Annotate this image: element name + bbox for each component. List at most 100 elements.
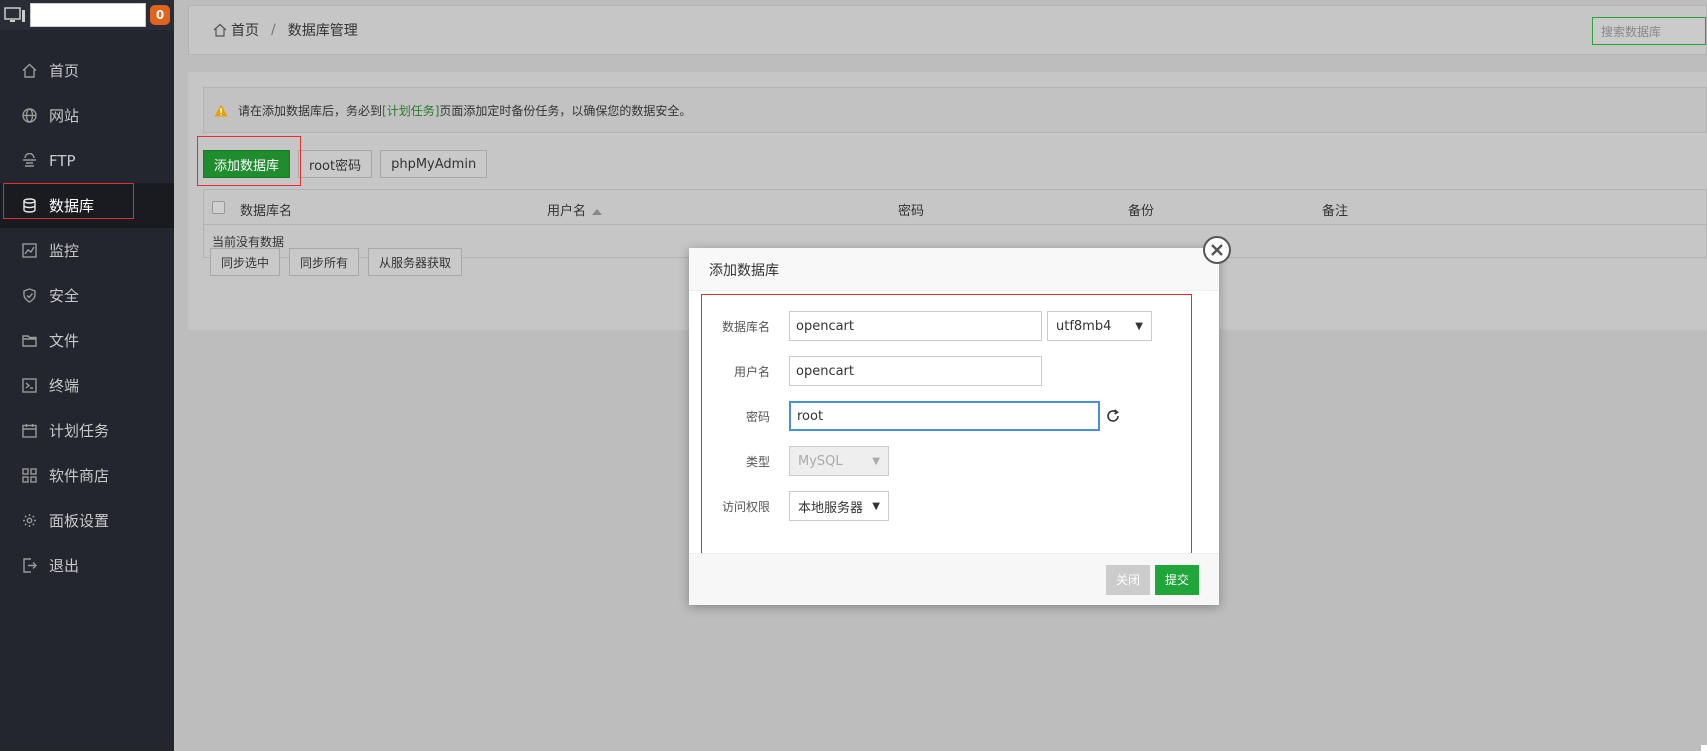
sidebar-item-label: 首页 [49, 62, 80, 80]
sync-all-button[interactable]: 同步所有 [289, 248, 360, 276]
type-row: 类型 MySQL ▼ [689, 446, 889, 476]
backup-notice: 请在添加数据库后，务必到 [计划任务] 页面添加定时备份任务，以确保您的数据安全。 [203, 87, 1707, 133]
add-database-modal: 添加数据库 数据库名 opencart utf8mb4 ▼ 用户名 opencar… [689, 236, 1231, 605]
sidebar-item-10[interactable]: 面板设置 [0, 498, 174, 543]
sort-asc-icon [592, 208, 603, 215]
sidebar-item-0[interactable]: 首页 [0, 48, 174, 93]
db-name-input[interactable]: opencart [789, 311, 1042, 341]
phpmyadmin-button[interactable]: phpMyAdmin [380, 150, 488, 178]
sidebar-item-label: 软件商店 [49, 467, 110, 485]
corner-artifact [1701, 745, 1707, 751]
sidebar-item-label: 退出 [49, 557, 80, 575]
notice-text-after: 页面添加定时备份任务，以确保您的数据安全。 [439, 103, 692, 118]
close-icon[interactable] [1203, 236, 1231, 264]
access-label: 访问权限 [721, 499, 770, 514]
monitor-chart-icon [22, 243, 37, 258]
sidebar: 0 首页网站 FTP 数据库监控安全文件终端计划任务软件商店面板设置退出 [0, 0, 174, 751]
sidebar-item-9[interactable]: 软件商店 [0, 453, 174, 498]
home-icon [22, 63, 37, 78]
access-row: 访问权限 本地服务器 ▼ [689, 491, 889, 521]
breadcrumb-separator: / [271, 22, 276, 38]
sidebar-item-label: 终端 [49, 377, 80, 395]
modal-footer: 关闭 提交 [689, 553, 1219, 605]
select-all-checkbox[interactable] [212, 201, 225, 214]
sidebar-item-label: 数据库 [49, 197, 95, 215]
add-database-button[interactable]: 添加数据库 [203, 150, 291, 178]
submit-button[interactable]: 提交 [1154, 564, 1199, 595]
charset-value: utf8mb4 [1056, 318, 1112, 334]
database-icon [22, 198, 37, 213]
monitor-icon [4, 7, 25, 22]
password-input[interactable]: root [789, 401, 1100, 431]
globe-icon [22, 108, 37, 123]
sidebar-item-label: FTP [49, 151, 76, 170]
db-name-row: 数据库名 opencart utf8mb4 ▼ [689, 311, 1152, 341]
root-password-button[interactable]: root密码 [298, 150, 373, 178]
sidebar-item-label: 网站 [49, 107, 80, 125]
sidebar-item-label: 监控 [49, 242, 80, 260]
charset-select[interactable]: utf8mb4 ▼ [1047, 311, 1152, 341]
server-name-box [30, 3, 146, 27]
terminal-icon [22, 378, 37, 393]
sidebar-item-8[interactable]: 计划任务 [0, 408, 174, 453]
username-input[interactable]: opencart [789, 356, 1042, 386]
sidebar-item-label: 文件 [49, 332, 80, 350]
close-button[interactable]: 关闭 [1105, 564, 1150, 595]
logout-icon [22, 558, 37, 573]
col-username[interactable]: 用户名 [547, 200, 603, 219]
ftp-icon [22, 153, 37, 168]
sidebar-menu: 首页网站 FTP 数据库监控安全文件终端计划任务软件商店面板设置退出 [0, 48, 174, 588]
sidebar-item-5[interactable]: 安全 [0, 273, 174, 318]
access-value: 本地服务器 [798, 500, 864, 516]
chevron-down-icon: ▼ [1135, 320, 1143, 332]
col-username-label: 用户名 [547, 204, 587, 219]
sidebar-item-label: 安全 [49, 287, 80, 305]
home-icon [213, 23, 227, 37]
type-value: MySQL [798, 453, 843, 469]
warning-icon [214, 104, 228, 116]
sidebar-item-7[interactable]: 终端 [0, 363, 174, 408]
breadcrumb-home-link[interactable]: 首页 [231, 20, 259, 40]
fetch-from-server-button[interactable]: 从服务器获取 [368, 248, 463, 276]
shield-icon [22, 288, 37, 303]
folder-icon [22, 333, 37, 348]
sync-toolbar: 同步选中 同步所有 从服务器获取 [210, 248, 463, 276]
gear-icon [22, 513, 37, 528]
sidebar-item-4[interactable]: 监控 [0, 228, 174, 273]
sidebar-item-2[interactable]: FTP [0, 138, 174, 183]
chevron-down-icon: ▼ [872, 455, 880, 467]
sidebar-item-1[interactable]: 网站 [0, 93, 174, 138]
sidebar-item-label: 面板设置 [49, 512, 110, 530]
chevron-down-icon: ▼ [872, 500, 880, 512]
table-header: 数据库名 用户名 密码 备份 备注 [204, 190, 1706, 225]
refresh-icon[interactable] [1106, 409, 1120, 423]
toolbar: 添加数据库 root密码 phpMyAdmin [197, 136, 488, 186]
search-input[interactable]: 搜索数据库 [1592, 17, 1706, 45]
calendar-icon [22, 423, 37, 438]
sidebar-item-6[interactable]: 文件 [0, 318, 174, 363]
scheduled-tasks-link[interactable]: [计划任务] [382, 102, 439, 119]
username-label: 用户名 [733, 364, 770, 379]
sidebar-item-3[interactable]: 数据库 [0, 183, 174, 228]
username-row: 用户名 opencart [689, 356, 1042, 386]
modal-body: 数据库名 opencart utf8mb4 ▼ 用户名 opencart 密码 r… [689, 291, 1219, 560]
col-notes: 备注 [1322, 204, 1349, 219]
db-name-label: 数据库名 [721, 319, 770, 334]
password-label: 密码 [745, 409, 770, 424]
col-backup: 备份 [1128, 204, 1155, 219]
sidebar-item-11[interactable]: 退出 [0, 543, 174, 588]
col-password: 密码 [898, 204, 925, 219]
breadcrumb-current: 数据库管理 [287, 23, 358, 39]
breadcrumb: 首页 / 数据库管理 搜索数据库 [188, 5, 1707, 55]
password-row: 密码 root [689, 401, 1120, 431]
type-select: MySQL ▼ [789, 446, 889, 476]
col-db-name[interactable]: 数据库名 [240, 200, 292, 219]
notice-text-before: 请在添加数据库后，务必到 [238, 103, 383, 118]
apps-grid-icon [22, 468, 37, 483]
type-label: 类型 [745, 454, 770, 469]
modal-title: 添加数据库 [689, 248, 1219, 291]
sync-selected-button[interactable]: 同步选中 [210, 248, 281, 276]
sidebar-item-label: 计划任务 [49, 422, 110, 440]
notification-badge[interactable]: 0 [150, 5, 170, 25]
access-select[interactable]: 本地服务器 ▼ [789, 491, 889, 521]
